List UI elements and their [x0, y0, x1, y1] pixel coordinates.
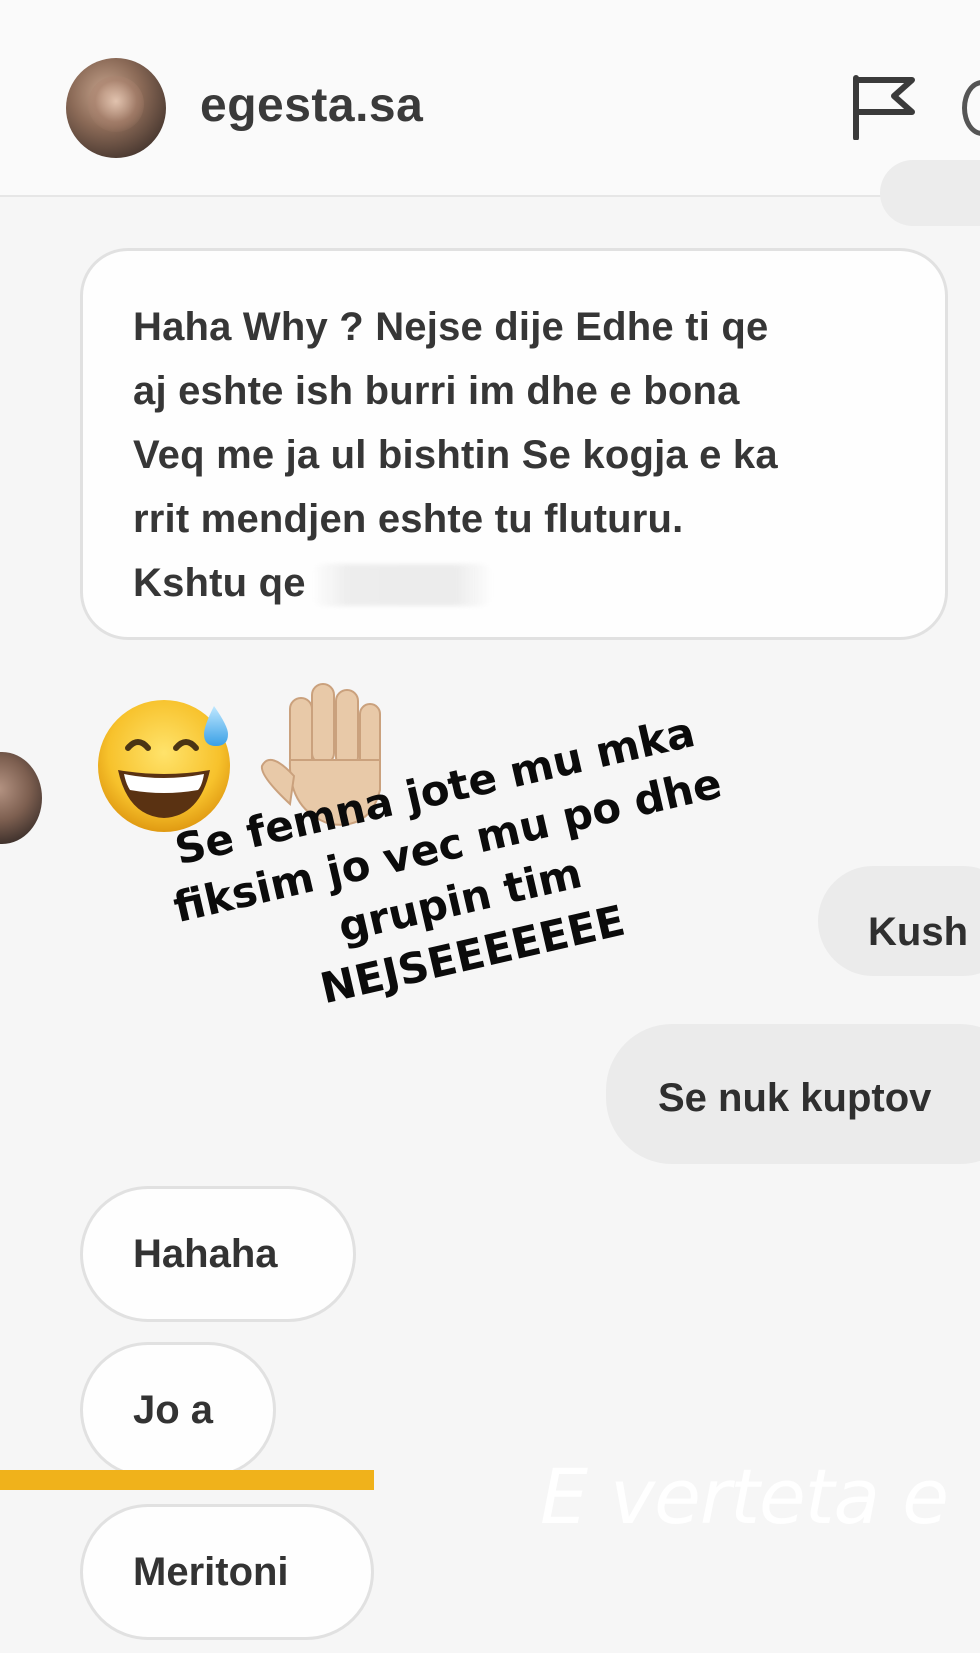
- flag-icon[interactable]: [850, 74, 922, 140]
- message-bubble-sent[interactable]: Se nuk kuptov: [606, 1024, 980, 1164]
- message-text: Meritoni: [133, 1549, 289, 1594]
- avatar[interactable]: [66, 58, 166, 158]
- message-bubble-received[interactable]: Meritoni: [80, 1504, 374, 1640]
- username[interactable]: egesta.sa: [200, 78, 423, 133]
- message-text: Jo a: [133, 1387, 214, 1432]
- message-line: aj eshte ish burri im dhe e bona: [133, 369, 740, 413]
- message-line: Haha Why ? Nejse dije Edhe ti qe: [133, 305, 769, 349]
- message-bubble-received[interactable]: Jo a: [80, 1342, 276, 1478]
- message-line: rrit mendjen eshte tu fluturu.: [133, 497, 684, 541]
- conversation-header: egesta.sa: [0, 0, 980, 197]
- watermark-text: E verteta e: [540, 1452, 949, 1541]
- message-bubble-sent[interactable]: Kush: [818, 866, 980, 976]
- info-icon[interactable]: [962, 80, 980, 136]
- instagram-dm-screen: egesta.sa Haha Why ? Nejse dije Edhe ti …: [0, 0, 980, 1653]
- redacted-blur: [311, 564, 492, 607]
- sender-avatar[interactable]: [0, 752, 42, 844]
- accent-underline: [0, 1470, 374, 1490]
- message-bubble-partial: [880, 160, 980, 226]
- message-bubble-received[interactable]: Hahaha: [80, 1186, 356, 1322]
- story-overlay-text: Se femna jote mu mka fiksim jo vec mu po…: [156, 701, 752, 1045]
- message-bubble-received[interactable]: Haha Why ? Nejse dije Edhe ti qe aj esht…: [80, 248, 948, 640]
- message-line-last: Kshtu qe: [133, 551, 905, 615]
- message-text: Hahaha: [133, 1231, 278, 1276]
- message-text: Kshtu qe: [133, 561, 306, 605]
- message-line: Veq me ja ul bishtin Se kogja e ka: [133, 433, 778, 477]
